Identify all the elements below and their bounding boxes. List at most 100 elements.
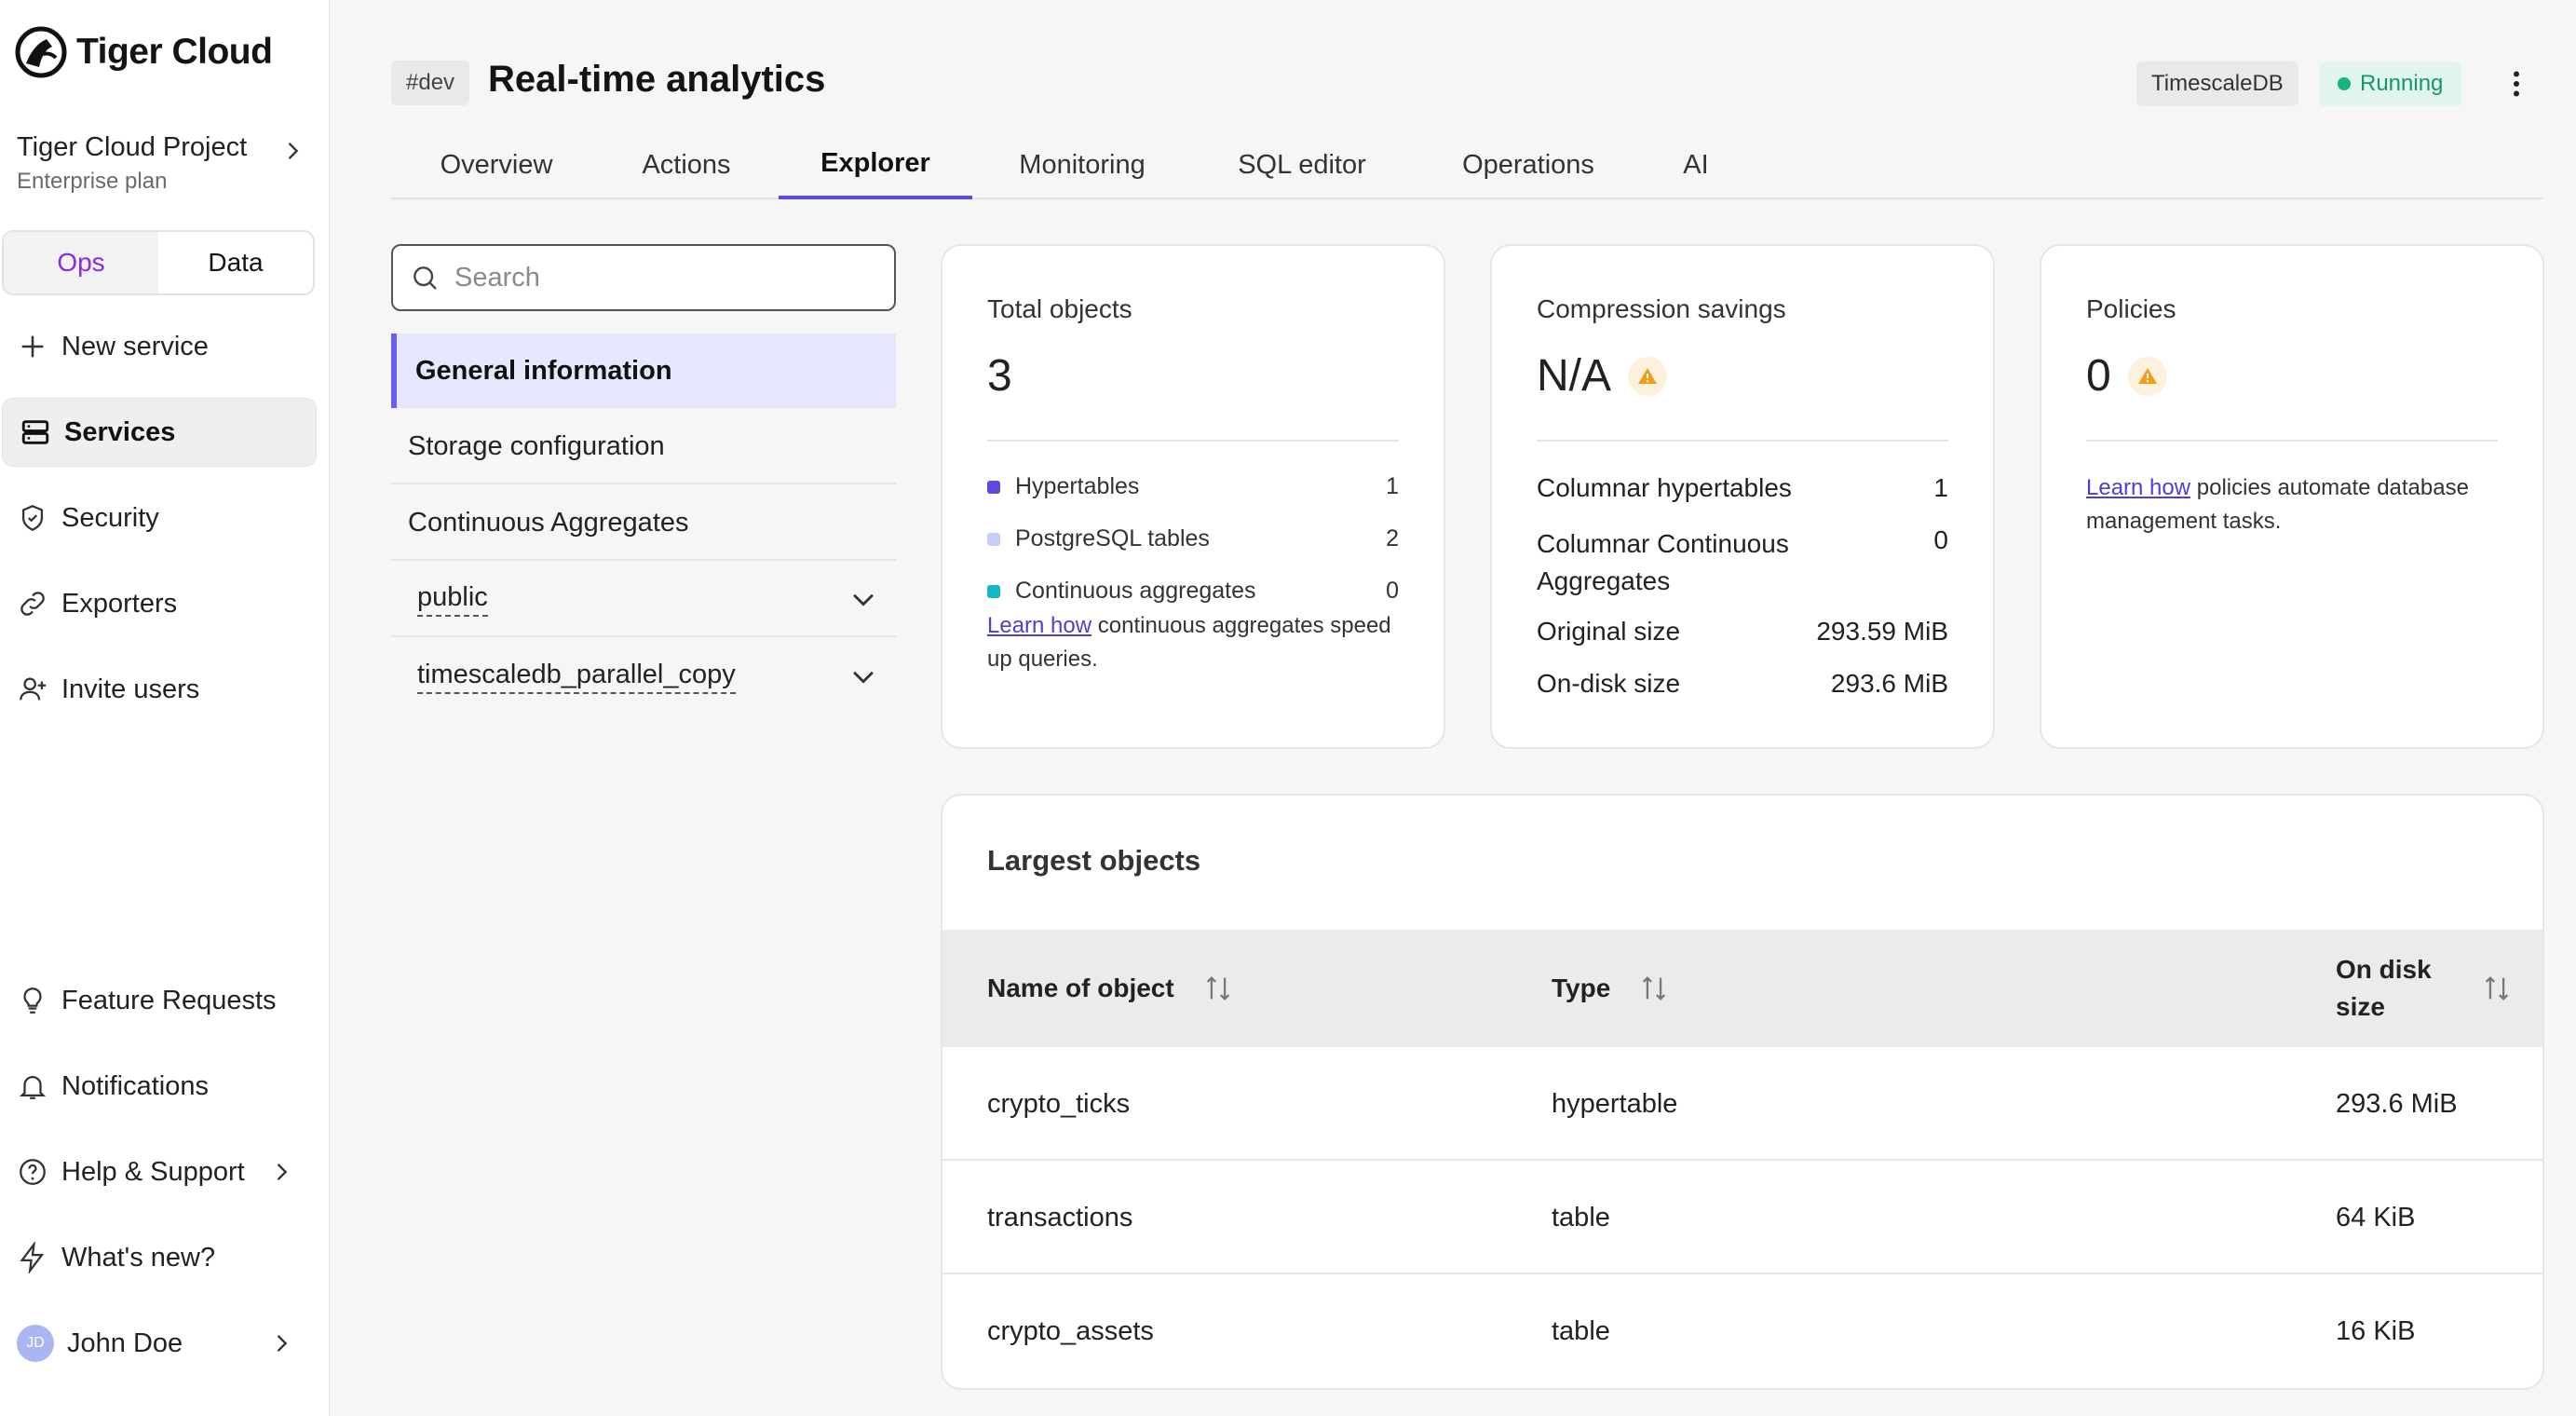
sidebar-item-label: New service (61, 331, 209, 361)
sidebar-item-exporters[interactable]: Exporters (0, 569, 315, 638)
sort-icon (1643, 976, 1666, 1001)
environment-tag[interactable]: #dev (391, 61, 470, 105)
more-vertical-icon[interactable] (2500, 67, 2533, 101)
table-row[interactable]: crypto_assets table 16 KiB (942, 1274, 2542, 1388)
legend-swatch-icon (987, 480, 1000, 494)
cell-name: crypto_ticks (987, 1088, 1131, 1119)
app-logo[interactable]: Tiger Cloud (15, 26, 273, 78)
column-header-type[interactable]: Type (1552, 930, 1670, 1047)
warning-icon[interactable] (2127, 356, 2167, 396)
sidebar-item-invite-users[interactable]: Invite users (0, 655, 315, 724)
schema-name: public (417, 582, 488, 617)
sidebar-item-security[interactable]: Security (0, 483, 315, 552)
stat-row-columnar-continuous-aggregates: Columnar Continuous Aggregates 0 (1537, 525, 1948, 600)
sidebar-item-label: Services (64, 416, 176, 447)
column-label: On disk size (2336, 955, 2432, 1021)
stat-value: 1 (1933, 473, 1948, 502)
stat-row-on-disk-size: On-disk size 293.6 MiB (1537, 669, 1948, 699)
tab-actions[interactable]: Actions (602, 130, 771, 199)
sidebar-item-label: Exporters (61, 588, 178, 619)
search-icon (414, 266, 437, 290)
sidebar-item-label: Feature Requests (61, 985, 277, 1015)
cell-name: transactions (987, 1202, 1133, 1232)
chevron-down-icon (853, 671, 874, 684)
db-type-badge: TimescaleDB (2136, 61, 2298, 106)
stat-value: 0 (1386, 578, 1399, 604)
learn-how-link[interactable]: Learn how (987, 613, 1091, 638)
search-input[interactable] (454, 262, 864, 293)
sidebar-item-services[interactable]: Services (2, 398, 317, 467)
tab-ai[interactable]: AI (1645, 130, 1747, 199)
card-label: Policies (2086, 294, 2176, 323)
policies-value-row: 0 (2086, 350, 2167, 402)
menu-general-information[interactable]: General information (391, 334, 896, 408)
table-row[interactable]: crypto_ticks hypertable 293.6 MiB (942, 1047, 2542, 1161)
divider (987, 440, 1399, 442)
column-label: Type (1552, 974, 1611, 1002)
divider (2086, 440, 2498, 442)
plus-icon (21, 335, 44, 358)
section-title: Largest objects (987, 844, 1201, 877)
total-objects-value: 3 (987, 351, 1012, 401)
column-label: Name of object (987, 974, 1174, 1002)
menu-storage-configuration[interactable]: Storage configuration (391, 410, 896, 484)
chevron-right-icon (277, 1335, 288, 1352)
tab-explorer[interactable]: Explorer (779, 130, 972, 199)
zap-icon (20, 1242, 45, 1273)
sidebar-item-whats-new[interactable]: What's new? (0, 1223, 315, 1292)
sidebar-item-feature-requests[interactable]: Feature Requests (0, 966, 315, 1035)
column-header-size[interactable]: On disk size (2336, 930, 2513, 1047)
main-content: #dev Real-time analytics TimescaleDB Run… (330, 0, 2576, 1416)
stat-row-hypertables: Hypertables 1 (987, 473, 1399, 500)
page-title: Real-time analytics (488, 59, 826, 100)
learn-more-note: Learn how policies automate database man… (2086, 471, 2515, 538)
cell-name: crypto_assets (987, 1315, 1154, 1346)
tab-operations[interactable]: Operations (1412, 130, 1645, 199)
schema-timescaledb-parallel-copy[interactable]: timescaledb_parallel_copy (391, 639, 896, 714)
cell-size: 293.6 MiB (2336, 1088, 2458, 1119)
cell-size: 64 KiB (2336, 1202, 2416, 1232)
user-menu[interactable]: JD John Doe (0, 1309, 315, 1378)
data-toggle-button[interactable]: Data (158, 232, 313, 293)
ops-data-toggle: Ops Data (2, 230, 315, 295)
compression-value-row: N/A (1537, 350, 1668, 402)
user-name: John Doe (67, 1328, 183, 1358)
warning-icon[interactable] (1628, 356, 1668, 396)
cell-type: table (1552, 1315, 1610, 1346)
total-objects-card: Total objects 3 Hypertables 1 PostgreSQL… (941, 244, 1445, 749)
sidebar-item-new-service[interactable]: New service (0, 312, 315, 381)
explorer-search (391, 244, 896, 311)
project-plan: Enterprise plan (17, 169, 168, 194)
sidebar-item-label: Help & Support (61, 1156, 245, 1187)
ops-toggle-button[interactable]: Ops (4, 232, 158, 293)
column-header-name[interactable]: Name of object (987, 930, 1234, 1047)
tab-monitoring[interactable]: Monitoring (972, 130, 1192, 199)
bell-icon (19, 1076, 47, 1099)
project-switcher[interactable]: Tiger Cloud Project Enterprise plan (17, 132, 305, 195)
tab-overview[interactable]: Overview (391, 130, 602, 199)
user-plus-icon (20, 677, 47, 701)
link-icon (20, 592, 45, 616)
stat-row-postgresql-tables: PostgreSQL tables 2 (987, 525, 1399, 552)
stat-row-original-size: Original size 293.59 MiB (1537, 617, 1948, 647)
card-label: Compression savings (1537, 294, 1786, 323)
table-row[interactable]: transactions table 64 KiB (942, 1161, 2542, 1274)
shield-check-icon (21, 505, 44, 532)
lightbulb-icon (23, 987, 42, 1014)
stat-value: 2 (1386, 525, 1399, 551)
stat-row-continuous-aggregates: Continuous aggregates 0 (987, 578, 1399, 605)
project-name: Tiger Cloud Project (17, 132, 248, 162)
stat-label: PostgreSQL tables (1015, 525, 1210, 551)
cell-type: table (1552, 1202, 1610, 1232)
learn-how-link[interactable]: Learn how (2086, 475, 2190, 500)
compression-savings-card: Compression savings N/A Columnar hyperta… (1490, 244, 1995, 749)
table-header: Name of object Type On disk size (942, 930, 2542, 1047)
tab-sql-editor[interactable]: SQL editor (1192, 130, 1412, 199)
status-badge: Running (2319, 61, 2462, 106)
schema-public[interactable]: public (391, 563, 896, 637)
legend-swatch-icon (987, 584, 1000, 598)
sidebar-item-notifications[interactable]: Notifications (0, 1052, 315, 1121)
menu-continuous-aggregates[interactable]: Continuous Aggregates (391, 486, 896, 561)
sidebar-item-help-support[interactable]: Help & Support (0, 1137, 315, 1206)
compression-value: N/A (1537, 351, 1612, 401)
